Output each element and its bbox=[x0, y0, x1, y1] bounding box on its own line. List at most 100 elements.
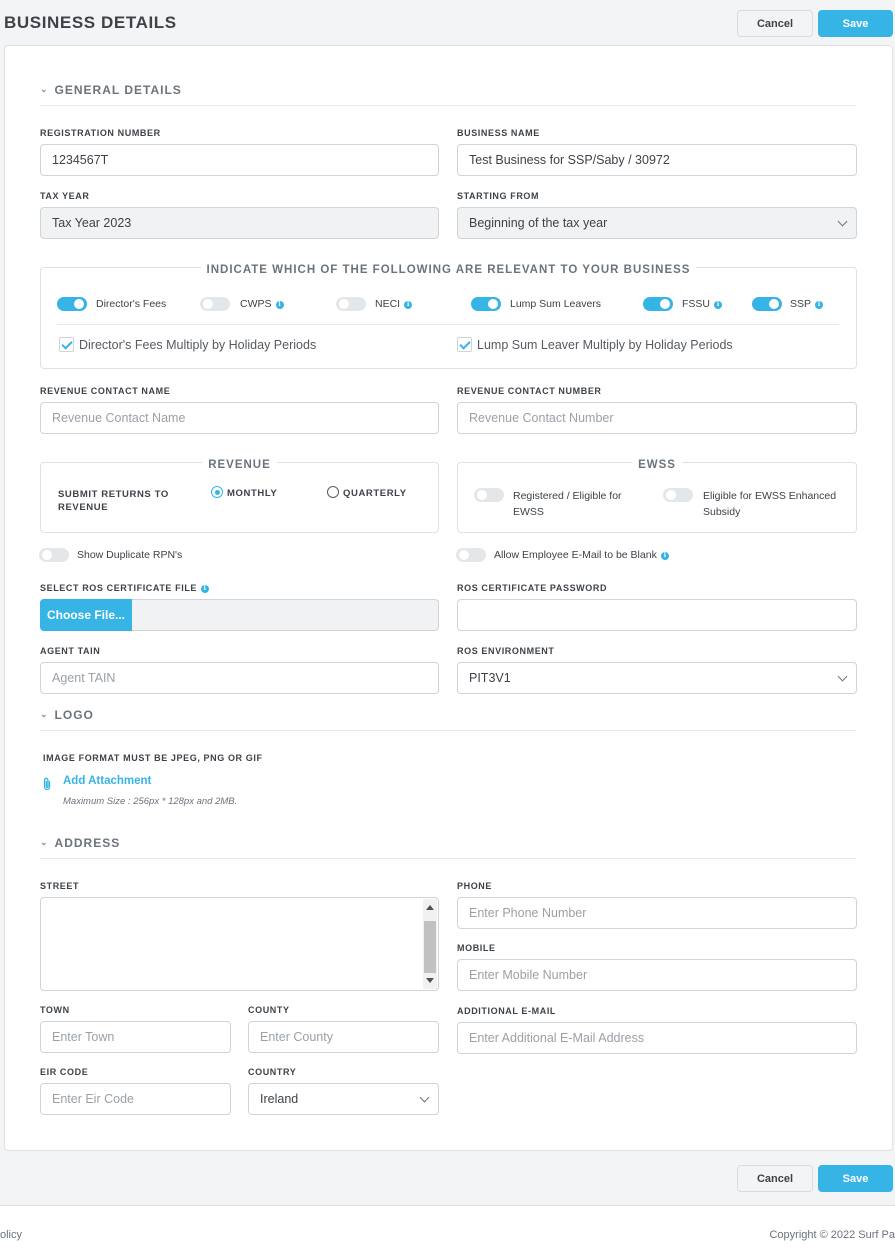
section-logo[interactable]: ⌄ LOGO bbox=[40, 708, 94, 722]
info-icon[interactable]: i bbox=[275, 300, 284, 309]
chevron-down-icon: ⌄ bbox=[40, 708, 49, 719]
section-address[interactable]: ⌄ ADDRESS bbox=[40, 836, 120, 850]
business-name-label: BUSINESS NAME bbox=[457, 128, 540, 138]
info-icon[interactable]: i bbox=[404, 300, 413, 309]
save-button-bottom[interactable]: Save bbox=[818, 1165, 893, 1192]
ewss-enhanced-toggle[interactable] bbox=[663, 488, 693, 502]
section-general-details[interactable]: ⌄ GENERAL DETAILS bbox=[40, 83, 182, 97]
scrollbar-thumb[interactable] bbox=[424, 921, 436, 973]
ros-environment-select[interactable]: PIT3V1 bbox=[457, 662, 857, 694]
section-title: LOGO bbox=[54, 708, 94, 722]
additional-email-input[interactable]: Enter Additional E-Mail Address bbox=[457, 1022, 857, 1054]
country-value: Ireland bbox=[260, 1092, 299, 1106]
footer: olicy Copyright © 2022 Surf Pa bbox=[0, 1205, 895, 1255]
allow-blank-email-toggle[interactable] bbox=[456, 548, 486, 562]
ros-cert-password-label: ROS CERTIFICATE PASSWORD bbox=[457, 583, 608, 593]
privacy-policy-link[interactable]: olicy bbox=[0, 1229, 22, 1241]
allow-blank-email-label: Allow Employee E-Mail to be Blank i bbox=[494, 549, 669, 561]
ros-environment-value: PIT3V1 bbox=[469, 671, 511, 685]
lump-sum-leavers-label: Lump Sum Leavers bbox=[510, 298, 602, 310]
eir-code-label: EIR CODE bbox=[40, 1067, 89, 1077]
directors-fees-label: Director's Fees bbox=[96, 298, 167, 310]
lump-sum-multiply-checkbox[interactable] bbox=[457, 337, 472, 352]
agent-tain-input[interactable]: Agent TAIN bbox=[40, 662, 439, 694]
directors-fees-toggle[interactable] bbox=[57, 297, 87, 311]
divider bbox=[40, 858, 856, 859]
ewss-enhanced-label: Eligible for EWSS Enhanced Subsidy bbox=[703, 490, 837, 518]
info-icon[interactable]: i bbox=[201, 584, 210, 593]
add-attachment-link[interactable]: Add Attachment bbox=[63, 775, 151, 787]
mobile-label: MOBILE bbox=[457, 943, 496, 953]
phone-input[interactable]: Enter Phone Number bbox=[457, 897, 857, 929]
directors-fees-multiply-label: Director's Fees Multiply by Holiday Peri… bbox=[79, 338, 317, 352]
monthly-label: MONTHLY bbox=[227, 488, 278, 499]
ewss-registered-label: Registered / Eligible for EWSS bbox=[513, 490, 622, 518]
section-title: GENERAL DETAILS bbox=[54, 83, 182, 97]
ssp-toggle[interactable] bbox=[752, 297, 782, 311]
cancel-button[interactable]: Cancel bbox=[737, 10, 813, 37]
chevron-down-icon bbox=[837, 216, 848, 227]
revenue-legend: REVENUE bbox=[202, 459, 277, 471]
street-textarea[interactable] bbox=[40, 897, 439, 991]
cwps-label: CWPS i bbox=[240, 298, 284, 310]
business-name-input[interactable]: Test Business for SSP/Saby / 30972 bbox=[457, 144, 857, 176]
directors-fees-multiply-checkbox[interactable] bbox=[59, 337, 74, 352]
info-icon[interactable]: i bbox=[815, 300, 824, 309]
lump-sum-leavers-toggle[interactable] bbox=[471, 297, 501, 311]
max-size-note: Maximum Size : 256px * 128px and 2MB. bbox=[63, 796, 238, 807]
starting-from-select[interactable]: Beginning of the tax year bbox=[457, 207, 857, 239]
ros-cert-file-label: SELECT ROS CERTIFICATE FILE i bbox=[40, 583, 210, 593]
revenue-contact-number-label: REVENUE CONTACT NUMBER bbox=[457, 386, 602, 396]
county-input[interactable]: Enter County bbox=[248, 1021, 439, 1053]
revenue-contact-name-input[interactable]: Revenue Contact Name bbox=[40, 402, 439, 434]
registration-number-input[interactable]: 1234567T bbox=[40, 144, 439, 176]
divider bbox=[40, 730, 856, 731]
scrollbar[interactable] bbox=[423, 899, 437, 989]
choose-file-button[interactable]: Choose File... bbox=[40, 599, 132, 631]
town-label: TOWN bbox=[40, 1005, 70, 1015]
divider bbox=[40, 105, 856, 106]
show-duplicate-label: Show Duplicate RPN's bbox=[77, 549, 183, 561]
neci-label: NECI i bbox=[375, 298, 413, 310]
section-title: ADDRESS bbox=[54, 836, 121, 850]
eir-code-input[interactable]: Enter Eir Code bbox=[40, 1083, 231, 1115]
cancel-button-bottom[interactable]: Cancel bbox=[737, 1165, 813, 1192]
relevant-fieldset: INDICATE WHICH OF THE FOLLOWING ARE RELE… bbox=[40, 264, 857, 369]
ewss-registered-toggle[interactable] bbox=[474, 488, 504, 502]
registration-number-label: REGISTRATION NUMBER bbox=[40, 128, 161, 138]
ros-cert-password-input[interactable] bbox=[457, 599, 857, 631]
cwps-toggle[interactable] bbox=[200, 297, 230, 311]
scroll-up-icon[interactable] bbox=[426, 905, 434, 910]
quarterly-label: QUARTERLY bbox=[343, 488, 407, 499]
country-select[interactable]: Ireland bbox=[248, 1083, 439, 1115]
show-duplicate-toggle[interactable] bbox=[39, 548, 69, 562]
street-label: STREET bbox=[40, 881, 80, 891]
info-icon[interactable]: i bbox=[660, 551, 669, 560]
county-label: COUNTY bbox=[248, 1005, 290, 1015]
neci-toggle[interactable] bbox=[336, 297, 366, 311]
monthly-radio[interactable] bbox=[211, 486, 223, 498]
starting-from-value: Beginning of the tax year bbox=[469, 216, 608, 230]
info-icon[interactable]: i bbox=[714, 300, 723, 309]
starting-from-label: STARTING FROM bbox=[457, 191, 540, 201]
submit-returns-label: SUBMIT RETURNS TO REVENUE bbox=[58, 489, 169, 513]
lump-sum-multiply-label: Lump Sum Leaver Multiply by Holiday Peri… bbox=[477, 338, 733, 352]
ssp-label: SSP i bbox=[790, 298, 824, 310]
mobile-input[interactable]: Enter Mobile Number bbox=[457, 959, 857, 991]
relevant-legend: INDICATE WHICH OF THE FOLLOWING ARE RELE… bbox=[200, 264, 697, 276]
town-input[interactable]: Enter Town bbox=[40, 1021, 231, 1053]
save-button[interactable]: Save bbox=[818, 10, 893, 37]
chevron-down-icon: ⌄ bbox=[40, 83, 49, 94]
fssu-toggle[interactable] bbox=[643, 297, 673, 311]
additional-email-label: ADDITIONAL E-MAIL bbox=[457, 1006, 557, 1016]
ros-environment-label: ROS ENVIRONMENT bbox=[457, 646, 555, 656]
quarterly-radio[interactable] bbox=[327, 486, 339, 498]
scroll-down-icon[interactable] bbox=[426, 978, 434, 983]
page-title: BUSINESS DETAILS bbox=[4, 13, 177, 32]
revenue-contact-number-input[interactable]: Revenue Contact Number bbox=[457, 402, 857, 434]
fssu-label: FSSU i bbox=[682, 298, 723, 310]
tax-year-input: Tax Year 2023 bbox=[40, 207, 439, 239]
revenue-contact-name-label: REVENUE CONTACT NAME bbox=[40, 386, 171, 396]
chevron-down-icon bbox=[837, 671, 848, 682]
tax-year-label: TAX YEAR bbox=[40, 191, 90, 201]
